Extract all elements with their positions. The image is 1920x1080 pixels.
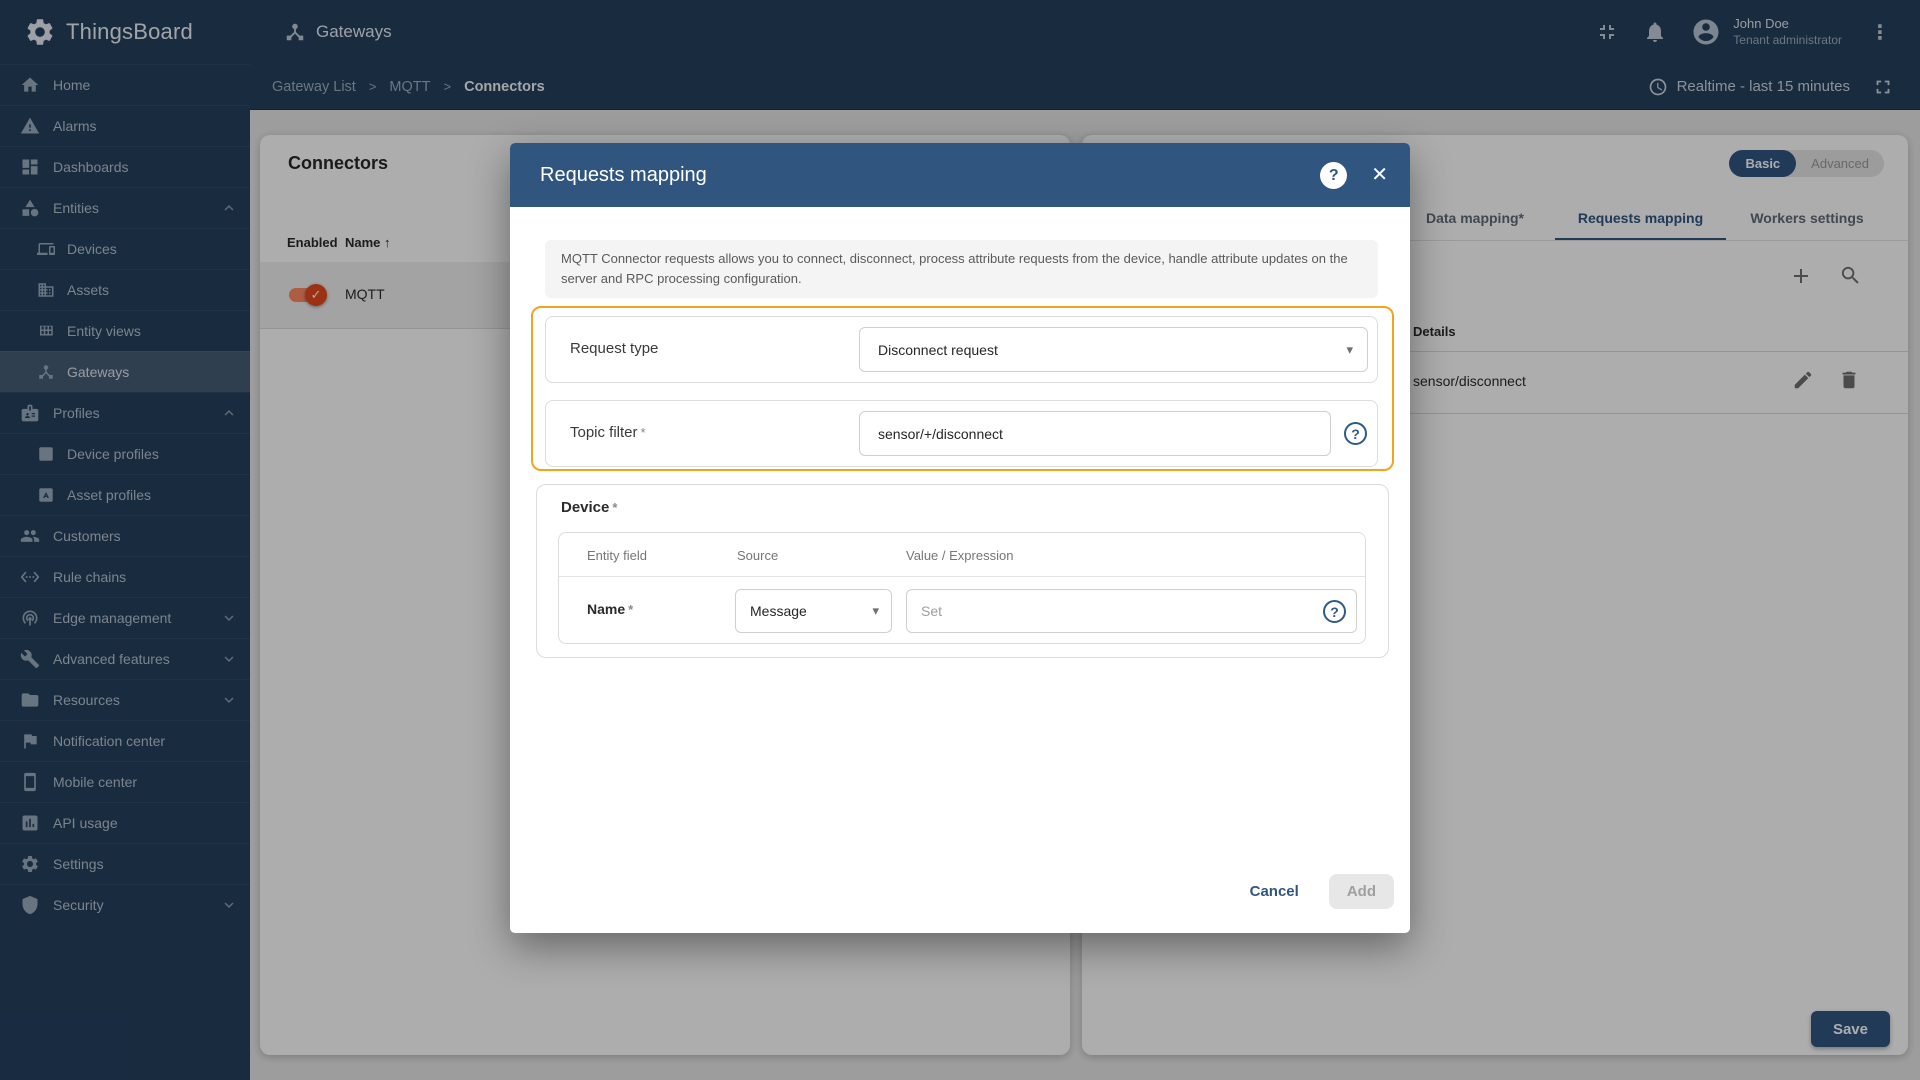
dialog-footer: Cancel Add [1238,874,1394,909]
help-icon[interactable]: ? [1320,161,1348,189]
device-table-header: Entity field Source Value / Expression [559,533,1365,577]
entity-field-name-label: Name * [587,601,634,617]
required-marker: * [640,425,646,440]
device-name-row: Name* Message ▾ ? [559,578,1365,644]
dialog-info-text: MQTT Connector requests allows you to co… [545,240,1378,299]
topic-filter-help-icon[interactable]: ? [1344,422,1367,445]
dropdown-caret-icon: ▾ [872,603,879,618]
column-value-expression: Value / Expression [906,548,1014,563]
topic-filter-card: Topic filter* ? [545,400,1378,467]
value-expression-field: ? [906,589,1357,633]
request-type-label: Request type [570,340,659,357]
device-section: Device * Entity field Source Value / Expr… [536,484,1389,658]
required-marker: * [612,500,618,515]
value-expression-input[interactable] [909,603,1323,619]
device-table: Entity field Source Value / Expression N… [558,532,1366,644]
source-select[interactable]: Message ▾ [735,589,892,633]
topic-filter-label: Topic filter * [570,424,646,441]
dropdown-caret-icon: ▾ [1346,341,1353,357]
request-type-card: Request type Disconnect request ▾ [545,316,1378,383]
request-type-select[interactable]: Disconnect request ▾ [859,327,1368,372]
device-section-label: Device * [561,499,618,516]
close-icon[interactable]: ✕ [1371,165,1388,185]
dialog-header: Requests mapping ? ✕ [510,143,1410,207]
topic-filter-input[interactable] [859,411,1331,456]
column-entity-field: Entity field [587,548,647,563]
requests-mapping-dialog: Requests mapping ? ✕ MQTT Connector requ… [510,143,1410,933]
dialog-header-actions: ? ✕ [1320,161,1388,189]
column-source: Source [737,548,779,563]
cancel-button[interactable]: Cancel [1238,875,1311,908]
request-type-value: Disconnect request [878,341,998,358]
dialog-title: Requests mapping [540,163,707,186]
value-expression-help-icon[interactable]: ? [1323,599,1346,623]
add-button[interactable]: Add [1328,874,1394,909]
source-value: Message [750,603,807,619]
required-marker: * [628,602,634,617]
